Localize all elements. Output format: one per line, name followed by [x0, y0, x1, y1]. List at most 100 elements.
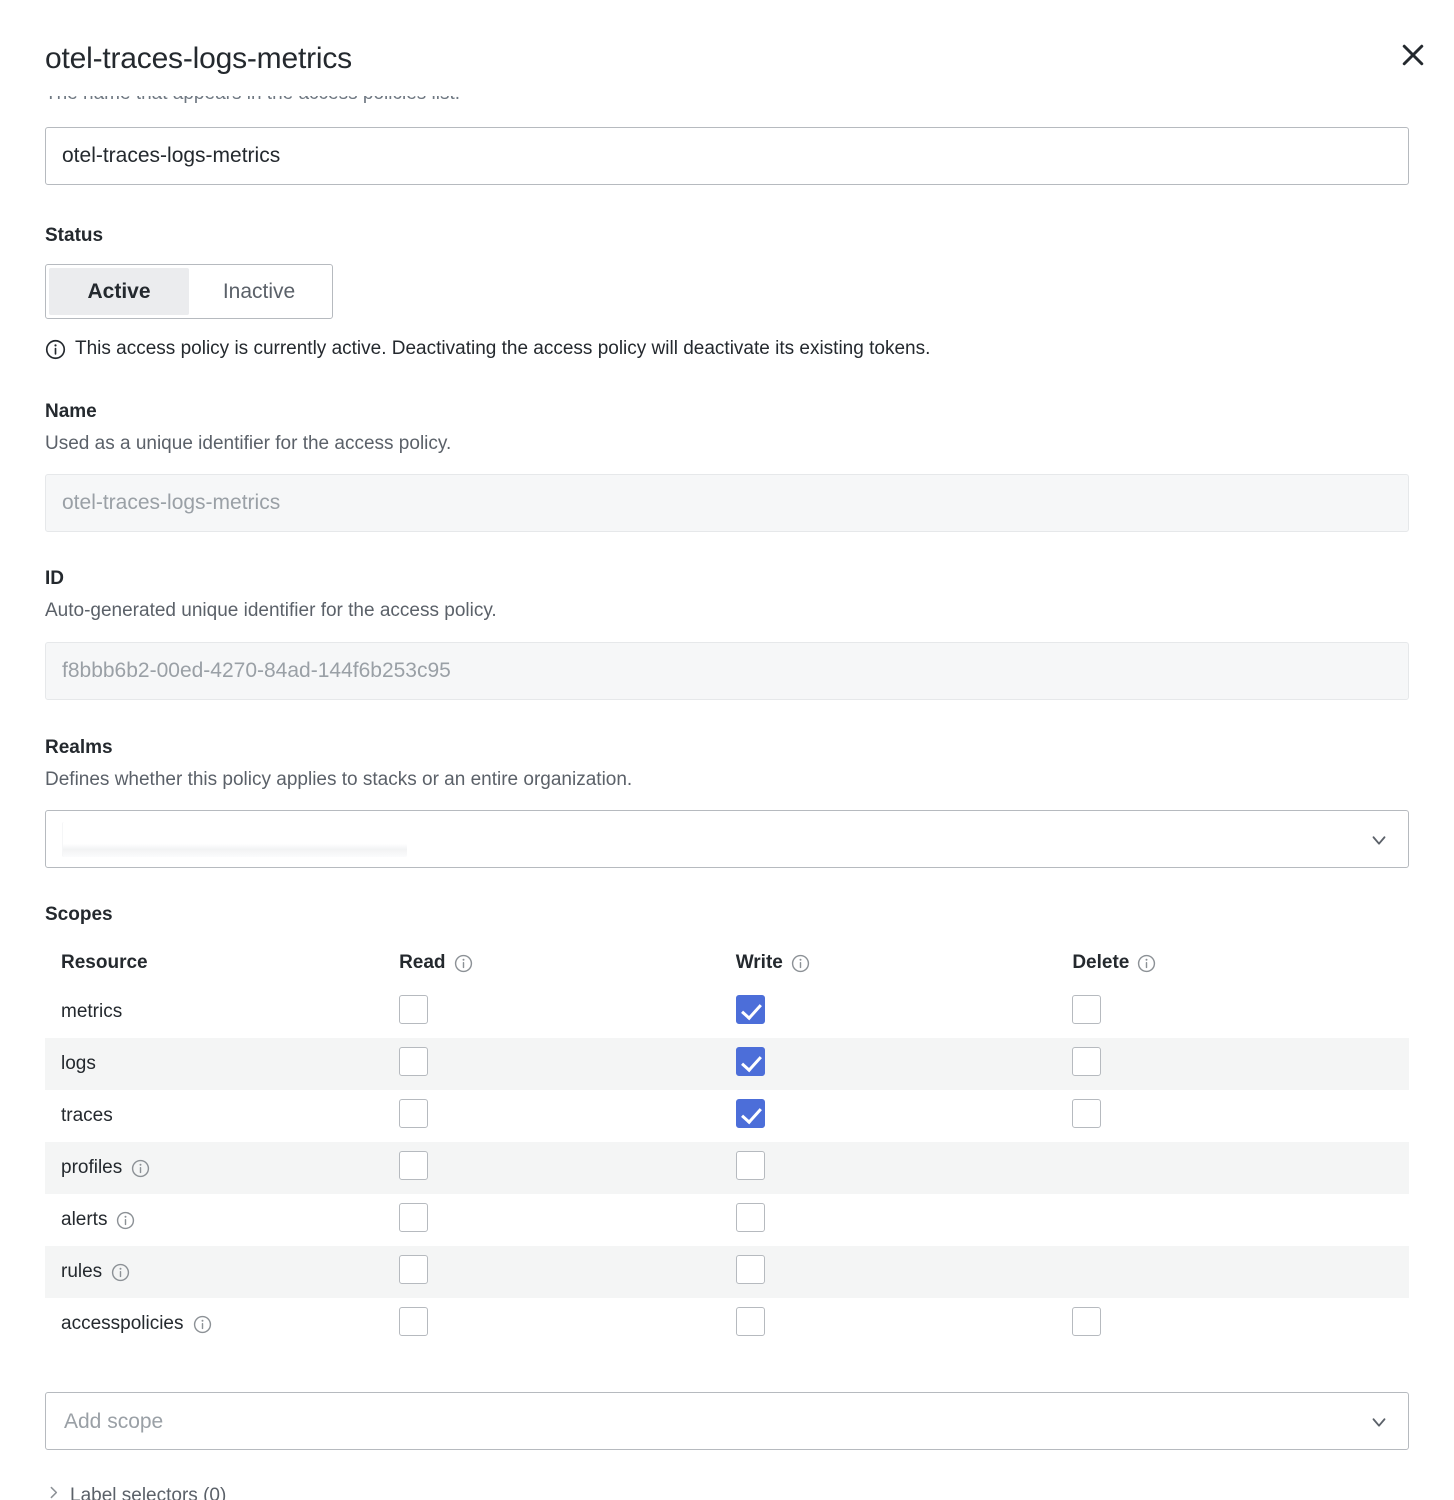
table-row: profiles — [45, 1142, 1409, 1194]
column-header-delete-label: Delete — [1072, 952, 1130, 973]
checkbox-metrics-read[interactable] — [399, 994, 429, 1024]
checkbox-rules-read[interactable] — [399, 1254, 429, 1284]
scope-delete-cell — [1072, 1298, 1409, 1350]
id-input[interactable] — [45, 642, 1409, 700]
checkbox-profiles-read[interactable] — [399, 1150, 429, 1180]
checkbox-profiles-write[interactable] — [735, 1150, 765, 1180]
checkbox-traces-delete[interactable] — [1072, 1098, 1102, 1128]
table-row: alerts — [45, 1194, 1409, 1246]
status-radio-group: Active Inactive — [45, 264, 333, 319]
scope-write-cell — [735, 986, 1073, 1038]
name-input[interactable] — [45, 474, 1409, 532]
column-header-delete: Delete — [1072, 942, 1409, 986]
realms-label: Realms — [45, 737, 113, 758]
checkbox-logs-read[interactable] — [399, 1046, 429, 1076]
page-title: otel-traces-logs-metrics — [45, 42, 352, 75]
scope-resource-label: traces — [61, 1105, 113, 1126]
id-field — [45, 642, 1409, 700]
scope-resource-cell: alerts — [45, 1194, 399, 1246]
checkbox-accesspolicies-delete[interactable] — [1072, 1306, 1102, 1336]
realms-select[interactable] — [45, 810, 1409, 868]
scope-resource-cell: traces — [45, 1090, 399, 1142]
label-selectors-toggle[interactable]: Label selectors (0) — [45, 1484, 645, 1500]
scope-read-cell — [399, 1194, 736, 1246]
scope-resource-cell: profiles — [45, 1142, 399, 1194]
scopes-table-wrap: Resource Read Write Delete metrics logs … — [45, 942, 1409, 1350]
checkbox-metrics-write[interactable] — [735, 994, 765, 1024]
table-row: accesspolicies — [45, 1298, 1409, 1350]
scope-write-cell — [735, 1298, 1073, 1350]
access-policy-drawer: otel-traces-logs-metrics The name that a… — [0, 0, 1454, 1500]
chevron-down-icon — [1368, 811, 1390, 869]
checkbox-rules-write[interactable] — [735, 1254, 765, 1284]
drawer-header: otel-traces-logs-metrics — [0, 0, 1454, 96]
status-section: Status — [45, 224, 103, 248]
scope-resource-label: metrics — [61, 1001, 123, 1022]
scope-delete-cell — [1072, 1142, 1409, 1194]
info-icon[interactable] — [1137, 954, 1156, 973]
checkbox-traces-write[interactable] — [735, 1098, 765, 1128]
id-section: ID Auto-generated unique identifier for … — [45, 567, 497, 624]
scope-resource-label: alerts — [61, 1209, 108, 1230]
table-header-row: Resource Read Write Delete — [45, 942, 1409, 986]
scope-read-cell — [399, 1142, 736, 1194]
scope-read-cell — [399, 1246, 736, 1298]
checkbox-logs-write[interactable] — [735, 1046, 765, 1076]
scope-resource-label: rules — [61, 1261, 103, 1282]
info-icon[interactable] — [131, 1159, 150, 1178]
checkbox-accesspolicies-write[interactable] — [735, 1306, 765, 1336]
name-section: Name Used as a unique identifier for the… — [45, 400, 451, 457]
checkbox-metrics-delete[interactable] — [1072, 994, 1102, 1024]
scope-read-cell — [399, 1038, 736, 1090]
name-field — [45, 474, 1409, 532]
checkbox-alerts-write[interactable] — [735, 1202, 765, 1232]
scope-resource-cell: logs — [45, 1038, 399, 1090]
close-button[interactable] — [1390, 32, 1436, 78]
status-hint-text: This access policy is currently active. … — [75, 338, 931, 359]
chevron-down-icon — [1368, 1393, 1390, 1451]
column-header-write-label: Write — [735, 952, 783, 973]
scope-resource-cell: accesspolicies — [45, 1298, 399, 1350]
info-icon — [45, 339, 66, 360]
scope-write-cell — [735, 1246, 1073, 1298]
scope-write-cell — [735, 1090, 1073, 1142]
checkbox-alerts-read[interactable] — [399, 1202, 429, 1232]
scope-read-cell — [399, 1090, 736, 1142]
status-hint: This access policy is currently active. … — [45, 337, 1409, 361]
scope-delete-cell — [1072, 986, 1409, 1038]
scope-write-cell — [735, 1194, 1073, 1246]
table-row: logs — [45, 1038, 1409, 1090]
scopes-table-head: Resource Read Write Delete — [45, 942, 1409, 986]
scopes-table-body: metrics logs traces profiles alerts rules acce… — [45, 986, 1409, 1350]
label-selectors-label: Label selectors (0) — [70, 1484, 227, 1500]
scope-resource-label: accesspolicies — [61, 1313, 184, 1334]
info-icon[interactable] — [116, 1211, 135, 1230]
name-label: Name — [45, 401, 97, 422]
status-option-active[interactable]: Active — [49, 268, 189, 315]
column-header-read-label: Read — [399, 952, 446, 973]
status-option-inactive[interactable]: Inactive — [189, 268, 329, 315]
checkbox-accesspolicies-read[interactable] — [399, 1306, 429, 1336]
name-description: Used as a unique identifier for the acce… — [45, 433, 452, 454]
column-header-resource: Resource — [45, 942, 399, 986]
add-scope-select[interactable]: Add scope — [45, 1392, 1409, 1450]
checkbox-traces-read[interactable] — [399, 1098, 429, 1128]
column-header-write: Write — [736, 942, 1073, 986]
id-description: Auto-generated unique identifier for the… — [45, 600, 497, 621]
info-icon[interactable] — [454, 954, 473, 973]
scope-delete-cell — [1072, 1194, 1409, 1246]
add-scope-field: Add scope — [45, 1392, 1409, 1450]
table-row: traces — [45, 1090, 1409, 1142]
scope-resource-cell: metrics — [45, 986, 399, 1038]
info-icon[interactable] — [111, 1263, 130, 1282]
scope-write-cell — [735, 1038, 1073, 1090]
info-icon[interactable] — [791, 954, 810, 973]
info-icon[interactable] — [193, 1315, 212, 1334]
scope-resource-label: logs — [61, 1053, 96, 1074]
scope-read-cell — [399, 1298, 736, 1350]
scope-delete-cell — [1072, 1038, 1409, 1090]
display-name-input[interactable] — [45, 127, 1409, 185]
checkbox-logs-delete[interactable] — [1072, 1046, 1102, 1076]
table-row: metrics — [45, 986, 1409, 1038]
table-row: rules — [45, 1246, 1409, 1298]
